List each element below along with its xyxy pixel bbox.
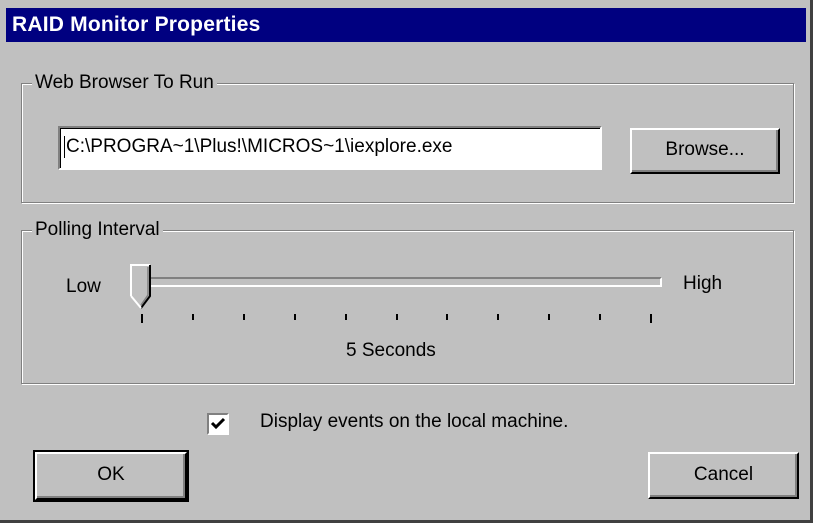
slider-high-label: High [683,273,723,294]
display-events-label: Display events on the local machine. [260,411,569,432]
web-browser-group-label: Web Browser To Run [32,71,217,95]
properties-dialog: RAID Monitor Properties Web Browser To R… [0,0,813,523]
text-caret [64,135,65,158]
slider-tick [344,314,347,320]
slider-tick [650,314,652,323]
browser-path-value: C:\PROGRA~1\Plus!\MICROS~1\iexplore.exe [66,136,453,157]
slider-tick [599,314,602,320]
title-bar[interactable]: RAID Monitor Properties [6,8,806,42]
slider-tick [497,314,500,320]
window-title: RAID Monitor Properties [12,13,261,36]
browse-button[interactable]: Browse... [630,128,780,174]
slider-tick [191,314,194,320]
browser-path-input[interactable]: C:\PROGRA~1\Plus!\MICROS~1\iexplore.exe [58,126,602,170]
slider-tick [548,314,551,320]
display-events-checkbox[interactable] [207,413,229,435]
polling-slider-track[interactable] [136,277,662,287]
slider-tick [293,314,296,320]
polling-value-text: 5 Seconds [346,340,436,361]
polling-interval-group-label: Polling Interval [32,218,163,242]
slider-tick [395,314,398,320]
slider-tick [446,314,449,320]
cancel-button[interactable]: Cancel [648,452,799,499]
polling-slider-thumb[interactable] [130,264,152,310]
slider-tick [141,314,143,323]
ok-button[interactable]: OK [33,450,189,502]
checkmark-icon [210,417,226,430]
slider-tick [242,314,245,320]
slider-low-label: Low [66,276,101,297]
